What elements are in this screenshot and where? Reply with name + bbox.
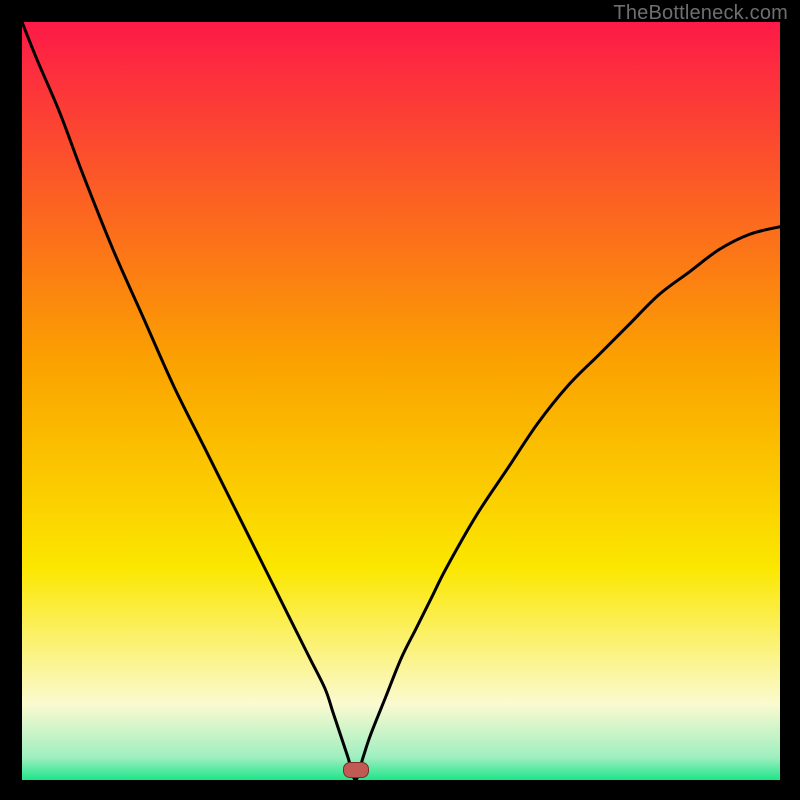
- optimal-point-marker: [343, 762, 369, 778]
- chart-container: TheBottleneck.com: [0, 0, 800, 800]
- bottleneck-curve: [22, 22, 780, 780]
- plot-area: [22, 22, 780, 780]
